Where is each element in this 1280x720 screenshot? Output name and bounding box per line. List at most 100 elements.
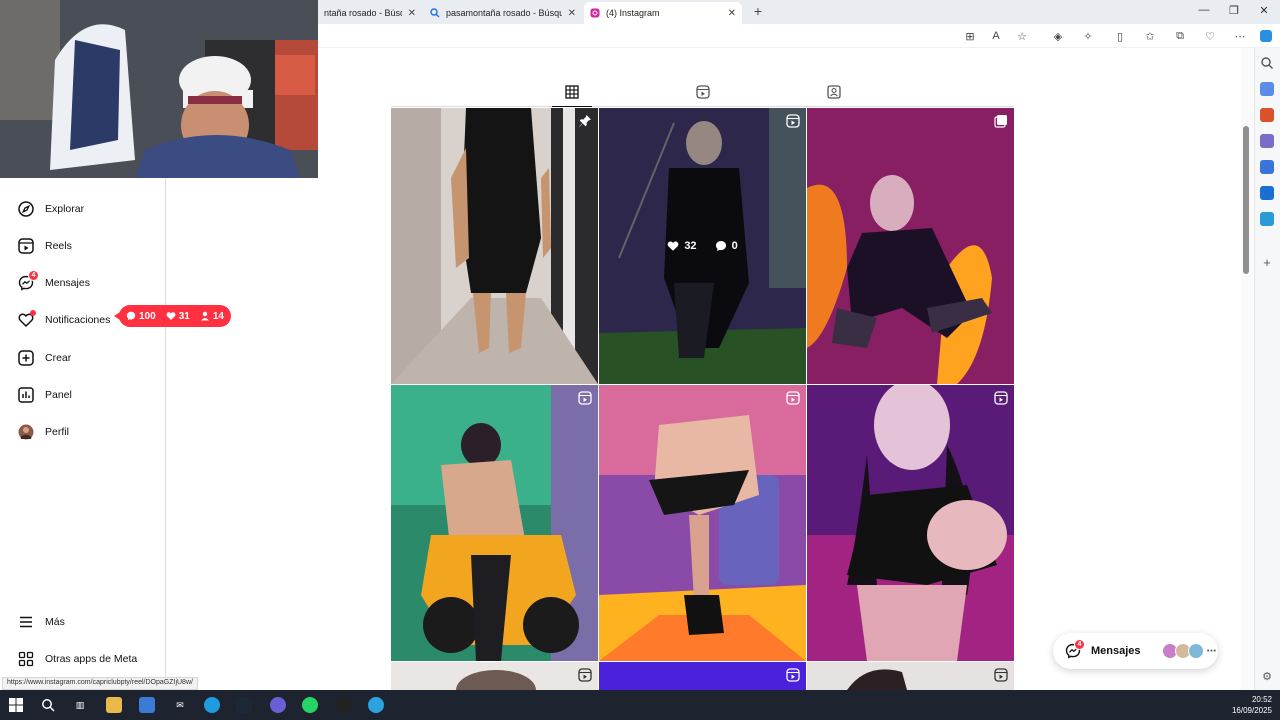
mail-icon[interactable]: ✉ <box>172 697 188 713</box>
post-image <box>391 108 598 384</box>
post-image <box>391 385 598 661</box>
office-icon[interactable] <box>1260 160 1274 174</box>
favorite-star-icon[interactable]: ☆ <box>1014 28 1030 44</box>
floating-messages-label: Mensajes <box>1091 645 1141 657</box>
post-tile[interactable] <box>807 385 1014 661</box>
likes-count: 31 <box>166 311 190 322</box>
notification-dot <box>30 310 36 316</box>
active-tab-indicator <box>552 106 592 107</box>
nav-explore[interactable]: Explorar <box>0 193 166 225</box>
obs-icon[interactable] <box>336 697 352 713</box>
close-icon[interactable]: ✕ <box>568 8 576 19</box>
posts-grid-tab[interactable] <box>564 84 580 100</box>
post-image <box>807 385 1014 661</box>
profile-avatar <box>17 423 35 441</box>
nav-messages[interactable]: 4 Mensajes <box>0 267 166 299</box>
extensions-puzzle-icon[interactable]: ✧ <box>1080 28 1096 44</box>
post-image <box>599 385 806 661</box>
shopping-icon[interactable] <box>1260 82 1274 96</box>
reel-icon <box>786 114 800 128</box>
post-hover-overlay[interactable]: 32 0 <box>599 108 806 384</box>
split-screen-icon[interactable]: ▯ <box>1112 28 1128 44</box>
reel-icon <box>578 668 592 682</box>
taskbar-clock[interactable]: 20:52 16/09/2025 <box>1232 694 1272 716</box>
restore-icon[interactable]: ❐ <box>1226 4 1242 17</box>
reels-icon <box>17 237 35 255</box>
settings-gear-icon[interactable]: ⚙ <box>1260 670 1274 684</box>
reels-icon <box>696 85 710 99</box>
windows-start-icon[interactable] <box>8 697 24 713</box>
new-tab-button[interactable]: + <box>750 3 766 19</box>
avatar <box>1187 643 1204 659</box>
nav-more-label: Más <box>45 616 65 628</box>
floating-messages-button[interactable]: 4 Mensajes ⋯ <box>1053 633 1218 669</box>
copilot-icon[interactable] <box>1258 28 1274 44</box>
close-window-icon[interactable]: ✕ <box>1256 4 1272 17</box>
heart-filled-icon <box>166 312 176 320</box>
reels-tab[interactable] <box>695 84 711 100</box>
post-tile[interactable] <box>391 108 598 384</box>
post-tile[interactable] <box>807 108 1014 384</box>
browser-essentials-icon[interactable]: ♡ <box>1202 28 1218 44</box>
discord-icon[interactable] <box>270 697 286 713</box>
steam-icon[interactable] <box>236 697 252 713</box>
collections-icon[interactable]: ⧉ <box>1172 28 1188 44</box>
instagram-icon <box>590 8 600 18</box>
compass-icon <box>17 200 35 218</box>
telegram-icon[interactable] <box>368 697 384 713</box>
messenger-icon: 4 <box>17 270 39 292</box>
send-icon[interactable] <box>1260 212 1274 226</box>
minimize-icon[interactable]: — <box>1196 4 1212 16</box>
comment-icon <box>126 311 136 321</box>
nav-profile[interactable]: Perfil <box>0 416 166 448</box>
games-icon[interactable] <box>1260 134 1274 148</box>
store-icon[interactable] <box>139 697 155 713</box>
search-icon[interactable] <box>40 697 56 713</box>
post-tile[interactable] <box>391 385 598 661</box>
nav-profile-label: Perfil <box>45 426 69 438</box>
search-icon[interactable] <box>1260 56 1274 70</box>
more-menu-icon[interactable]: ⋯ <box>1232 28 1248 44</box>
browser-tab-search-2[interactable]: pasamontaña rosado - Búsqueda ✕ <box>424 2 582 24</box>
post-tile[interactable] <box>599 385 806 661</box>
scrollbar-thumb[interactable] <box>1243 126 1249 274</box>
heart-icon <box>17 310 36 329</box>
webcam-picture <box>0 0 318 178</box>
post-tile[interactable] <box>599 662 806 690</box>
reel-icon <box>994 668 1008 682</box>
favorites-icon[interactable]: ✩ <box>1142 28 1158 44</box>
nav-create[interactable]: Crear <box>0 342 166 374</box>
nav-meta-apps[interactable]: Otras apps de Meta <box>0 643 166 675</box>
post-tile[interactable] <box>807 662 1014 690</box>
edge-sidebar: + ⚙ <box>1254 48 1280 690</box>
clock-date: 16/09/2025 <box>1231 706 1272 715</box>
whatsapp-icon[interactable] <box>302 697 318 713</box>
hamburger-menu-icon <box>17 613 35 631</box>
tools-icon[interactable] <box>1260 108 1274 122</box>
read-aloud-icon[interactable]: A <box>988 28 1004 44</box>
nav-more[interactable]: Más <box>0 606 166 638</box>
file-explorer-icon[interactable] <box>106 697 122 713</box>
close-icon[interactable]: ✕ <box>728 8 736 19</box>
tagged-person-icon <box>827 85 841 99</box>
comments-count: 100 <box>126 311 156 322</box>
nav-meta-apps-label: Otras apps de Meta <box>45 653 138 665</box>
followers-count: 14 <box>200 311 224 322</box>
add-icon[interactable]: + <box>1260 256 1274 270</box>
nav-reels[interactable]: Reels <box>0 230 166 262</box>
post-tile[interactable]: 32 0 <box>599 108 806 384</box>
post-tile[interactable] <box>391 662 598 690</box>
extension-icon[interactable]: ◈ <box>1050 28 1066 44</box>
tagged-tab[interactable] <box>826 84 842 100</box>
heart-filled-icon <box>667 241 679 251</box>
outlook-icon[interactable] <box>1260 186 1274 200</box>
browser-tab-instagram[interactable]: (4) Instagram ✕ <box>584 2 742 24</box>
close-icon[interactable]: ✕ <box>408 8 416 19</box>
edge-icon[interactable] <box>204 697 220 713</box>
browser-tab-search-1[interactable]: ntaña rosado - Búsqueda ✕ <box>318 2 422 24</box>
nav-panel[interactable]: Panel <box>0 379 166 411</box>
notification-activity-pill[interactable]: 100 31 14 <box>114 305 231 327</box>
apps-icon[interactable]: ⊞ <box>962 28 978 44</box>
task-view-icon[interactable]: ▥ <box>72 697 88 713</box>
reel-icon <box>786 391 800 405</box>
